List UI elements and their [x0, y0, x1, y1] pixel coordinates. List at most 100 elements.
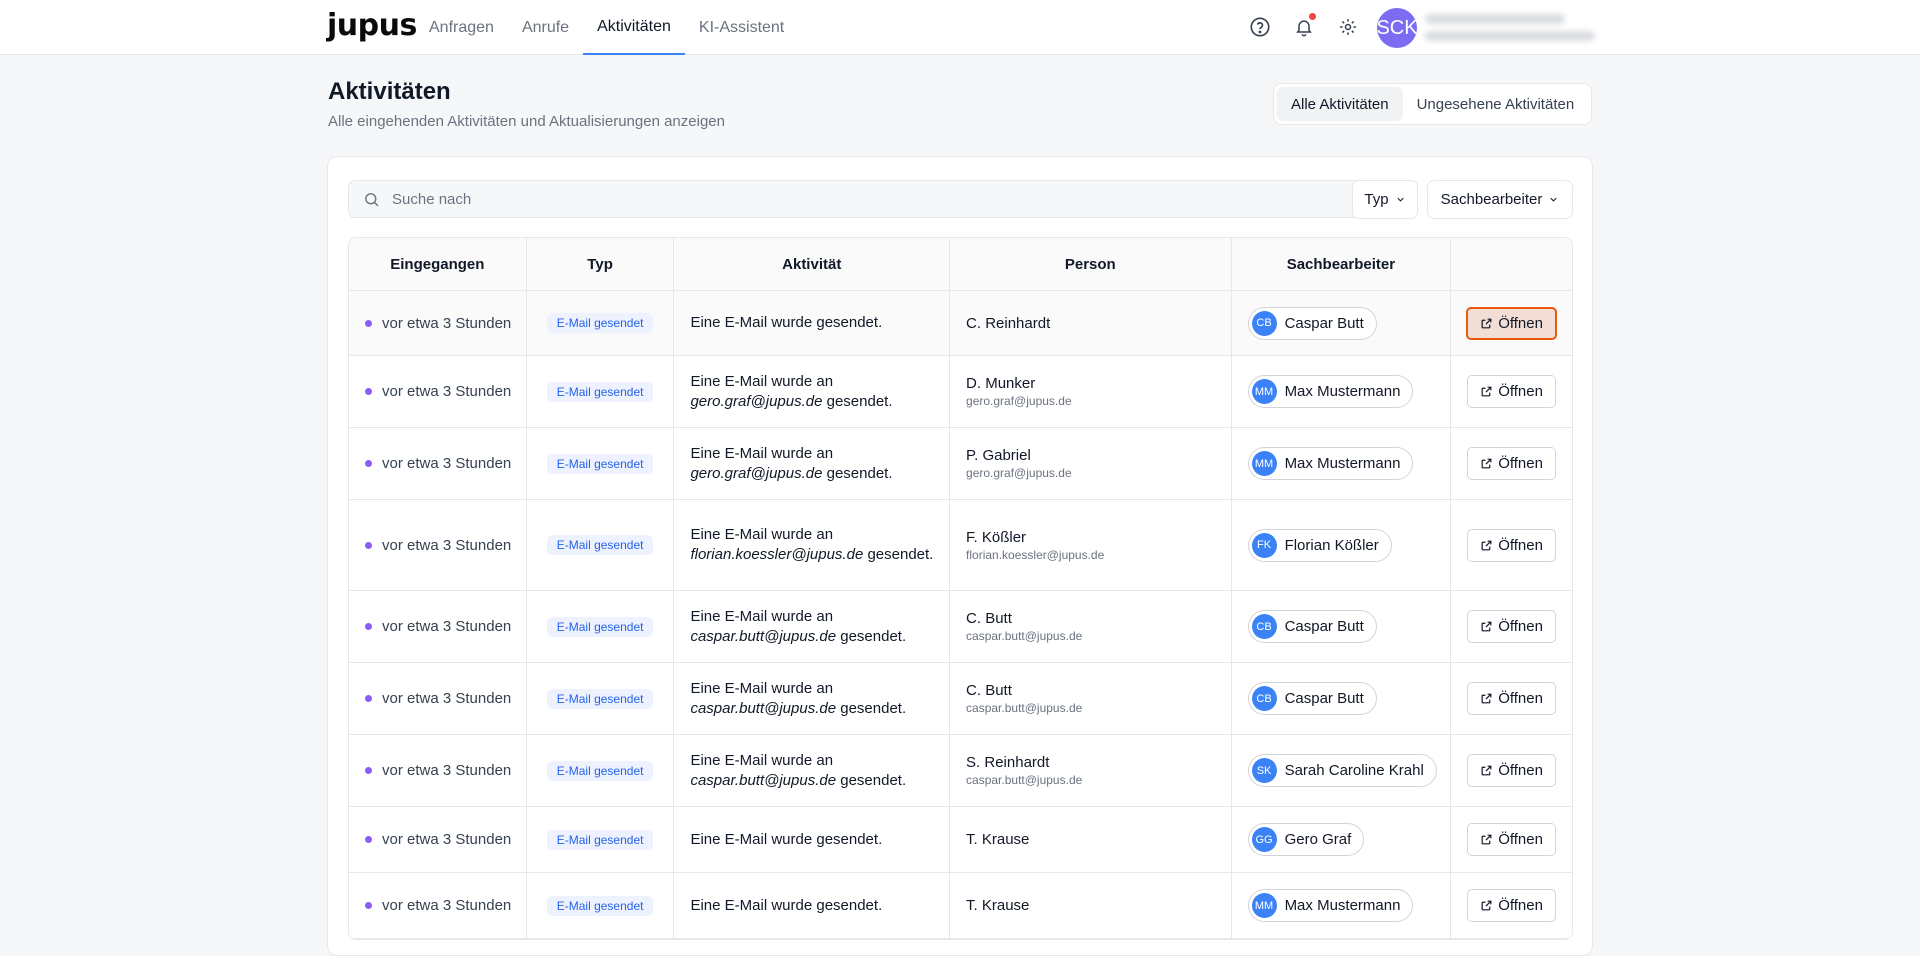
activity-email: gero.graf@jupus.de: [690, 464, 823, 482]
handler-chip[interactable]: CB Caspar Butt: [1247, 682, 1377, 715]
gear-icon[interactable]: [1333, 12, 1363, 42]
col-header-activity[interactable]: Aktivität: [674, 238, 951, 290]
person-name: T. Krause: [966, 831, 1030, 848]
page-subtitle: Alle eingehenden Aktivitäten und Aktuali…: [328, 113, 725, 130]
help-icon[interactable]: [1245, 12, 1275, 42]
person-name: D. Munker: [966, 375, 1036, 392]
table-row[interactable]: vor etwa 3 Stunden E-Mail gesendet Eine …: [349, 500, 1572, 591]
open-button[interactable]: Öffnen: [1467, 375, 1556, 408]
handler-chip[interactable]: MM Max Mustermann: [1247, 889, 1414, 922]
handler-chip[interactable]: CB Caspar Butt: [1247, 306, 1377, 340]
col-header-person[interactable]: Person: [950, 238, 1232, 290]
table-row[interactable]: vor etwa 3 Stunden E-Mail gesendet Eine …: [349, 807, 1572, 873]
activity-text: Eine E-Mail wurde gesendet.: [690, 896, 883, 914]
search-bar: [348, 180, 1373, 218]
table-row[interactable]: vor etwa 3 Stunden E-Mail gesendet Eine …: [349, 356, 1572, 428]
activities-table: Eingegangen Typ Aktivität Person Sachbea…: [348, 237, 1573, 940]
external-link-icon: [1481, 318, 1492, 328]
handler-filter-button[interactable]: Sachbearbeiter: [1427, 180, 1573, 219]
activity-text: Eine E-Mail wurde gesendet.: [690, 830, 883, 848]
table-row[interactable]: vor etwa 3 Stunden E-Mail gesendet Eine …: [349, 735, 1572, 807]
col-header-received[interactable]: Eingegangen: [349, 238, 527, 290]
handler-chip[interactable]: GG Gero Graf: [1247, 823, 1365, 856]
external-link-icon: [1481, 621, 1492, 632]
handler-name: Caspar Butt: [1284, 618, 1364, 635]
person-email: florian.koessler@jupus.de: [966, 547, 1105, 562]
type-badge: E-Mail gesendet: [546, 535, 654, 555]
handler-name: Gero Graf: [1284, 831, 1352, 848]
activity-email: florian.koessler@jupus.de: [690, 546, 864, 563]
open-button[interactable]: Öffnen: [1467, 610, 1556, 643]
activity-text: Eine E-Mail wurde an florian.koessler@ju…: [690, 526, 934, 563]
external-link-icon: [1481, 693, 1492, 704]
type-badge: E-Mail gesendet: [546, 313, 654, 333]
handler-filter-label: Sachbearbeiter: [1440, 191, 1543, 208]
toggle-all-activities[interactable]: Alle Aktivitäten: [1277, 87, 1403, 121]
jupus-logo[interactable]: jupus: [327, 8, 417, 43]
handler-name: Max Mustermann: [1284, 897, 1401, 914]
person-name: S. Reinhardt: [966, 754, 1050, 771]
type-badge: E-Mail gesendet: [546, 760, 654, 781]
open-button-label: Öffnen: [1498, 690, 1543, 707]
open-button-label: Öffnen: [1498, 618, 1543, 635]
received-time: vor etwa 3 Stunden: [382, 536, 512, 554]
user-avatar[interactable]: SCK: [1376, 8, 1418, 48]
search-icon: [365, 192, 379, 206]
handler-avatar: MM: [1251, 451, 1277, 476]
person-name: C. Butt: [966, 682, 1012, 699]
table-row[interactable]: vor etwa 3 Stunden E-Mail gesendet Eine …: [349, 663, 1572, 735]
col-header-type[interactable]: Typ: [527, 238, 675, 290]
open-button-label: Öffnen: [1498, 831, 1543, 848]
notification-dot: [1309, 13, 1316, 20]
external-link-icon: [1481, 765, 1492, 776]
handler-chip[interactable]: CB Caspar Butt: [1247, 610, 1377, 643]
open-button[interactable]: Öffnen: [1467, 754, 1556, 787]
open-button[interactable]: Öffnen: [1467, 528, 1556, 562]
col-header-actions: [1451, 238, 1572, 290]
handler-avatar: CB: [1251, 614, 1277, 639]
activity-email: caspar.butt@jupus.de: [690, 627, 837, 645]
unread-dot: [365, 319, 372, 327]
person-email: caspar.butt@jupus.de: [966, 773, 1083, 787]
unread-dot: [365, 767, 372, 774]
person-name: F. Kößler: [966, 528, 1027, 546]
type-badge: E-Mail gesendet: [546, 829, 654, 850]
table-row[interactable]: vor etwa 3 Stunden E-Mail gesendet Eine …: [349, 428, 1572, 500]
table-row[interactable]: vor etwa 3 Stunden E-Mail gesendet Eine …: [349, 591, 1572, 663]
nav-aktivitaeten[interactable]: Aktivitäten: [583, 0, 685, 55]
table-row[interactable]: vor etwa 3 Stunden E-Mail gesendet Eine …: [349, 291, 1572, 356]
handler-chip[interactable]: MM Max Mustermann: [1247, 375, 1414, 408]
person-email: gero.graf@jupus.de: [966, 466, 1072, 480]
bell-icon[interactable]: [1289, 12, 1319, 42]
type-badge: E-Mail gesendet: [546, 895, 654, 916]
table-row[interactable]: vor etwa 3 Stunden E-Mail gesendet Eine …: [349, 873, 1572, 939]
page-title: Aktivitäten: [328, 78, 451, 105]
person-email: caspar.butt@jupus.de: [966, 701, 1083, 715]
unread-dot: [365, 902, 372, 909]
handler-avatar: CB: [1251, 686, 1277, 711]
col-header-handler[interactable]: Sachbearbeiter: [1232, 238, 1452, 290]
handler-name: Caspar Butt: [1284, 314, 1364, 332]
open-button[interactable]: Öffnen: [1467, 889, 1556, 922]
open-button[interactable]: Öffnen: [1467, 682, 1556, 715]
open-button[interactable]: Öffnen: [1467, 447, 1556, 480]
activity-email: caspar.butt@jupus.de: [690, 699, 837, 717]
received-time: vor etwa 3 Stunden: [382, 762, 512, 779]
toggle-unseen-activities[interactable]: Ungesehene Aktivitäten: [1403, 87, 1589, 121]
handler-name: Caspar Butt: [1284, 690, 1364, 707]
nav-anfragen[interactable]: Anfragen: [415, 0, 508, 55]
external-link-icon: [1481, 900, 1492, 911]
open-button[interactable]: Öffnen: [1466, 306, 1557, 340]
type-filter-button[interactable]: Typ: [1352, 180, 1418, 219]
open-button-label: Öffnen: [1498, 762, 1543, 779]
open-button-label: Öffnen: [1498, 314, 1543, 332]
nav-ki-assistent[interactable]: KI-Assistent: [685, 0, 798, 55]
external-link-icon: [1481, 834, 1492, 845]
nav-anrufe[interactable]: Anrufe: [508, 0, 583, 55]
open-button[interactable]: Öffnen: [1467, 823, 1556, 856]
handler-chip[interactable]: FK Florian Kößler: [1247, 528, 1392, 562]
handler-chip[interactable]: SK Sarah Caroline Krahl: [1247, 754, 1437, 787]
handler-chip[interactable]: MM Max Mustermann: [1247, 447, 1414, 480]
search-input[interactable]: [392, 190, 1292, 208]
received-time: vor etwa 3 Stunden: [382, 383, 512, 400]
